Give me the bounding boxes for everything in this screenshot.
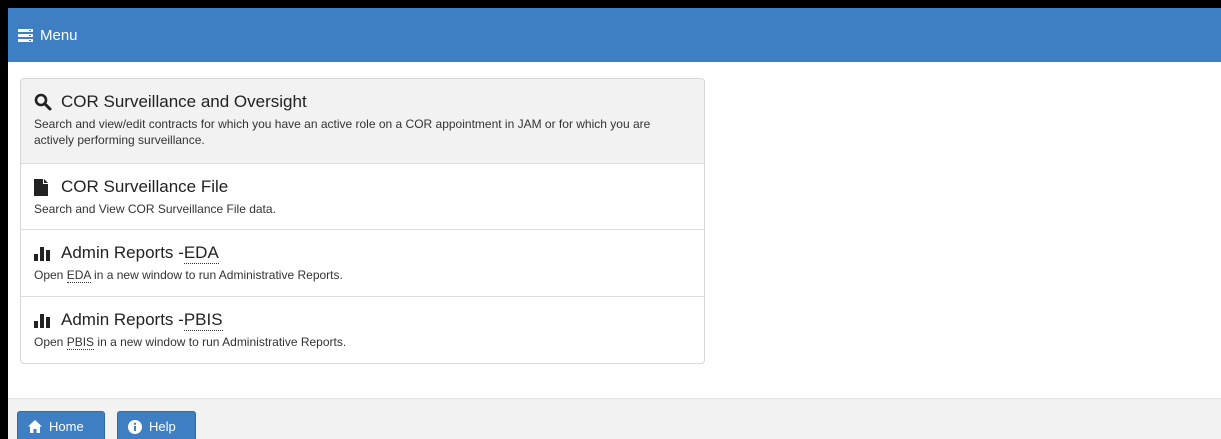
pbis-abbr: PBIS [183, 309, 223, 331]
help-button[interactable]: Help [117, 411, 196, 439]
menu-item-title: COR Surveillance File [61, 177, 229, 196]
home-button-label: Home [49, 419, 84, 434]
menu-list: COR Surveillance and Oversight Search an… [20, 78, 705, 364]
home-icon [28, 420, 42, 433]
eda-abbr: EDA [66, 268, 91, 283]
menu-item-title: COR Surveillance and Oversight [61, 92, 307, 111]
home-button[interactable]: Home [17, 411, 105, 439]
search-icon [34, 93, 56, 111]
bar-chart-icon [34, 245, 56, 261]
menu-item-admin-reports-pbis[interactable]: Admin Reports - PBIS Open PBIS in a new … [21, 297, 704, 363]
file-icon [34, 178, 56, 196]
menu-item-title-prefix: Admin Reports - [61, 243, 184, 262]
pbis-abbr: PBIS [66, 335, 95, 350]
menu-item-title-prefix: Admin Reports - [61, 310, 184, 329]
menu-item-admin-reports-eda[interactable]: Admin Reports - EDA Open EDA in a new wi… [21, 230, 704, 297]
menu-item-description: Open EDA in a new window to run Administ… [34, 268, 343, 283]
menu-title: Menu [40, 26, 78, 44]
menu-item-cor-surveillance-file[interactable]: COR Surveillance File Search and View CO… [21, 164, 704, 230]
eda-abbr: EDA [183, 242, 219, 264]
footer-bar: Home Help [8, 398, 1221, 439]
help-button-label: Help [149, 419, 176, 434]
menu-item-cor-surveillance-oversight[interactable]: COR Surveillance and Oversight Search an… [21, 79, 704, 164]
menu-header: Menu [8, 8, 1221, 62]
menu-item-description: Open PBIS in a new window to run Adminis… [34, 335, 347, 350]
info-circle-icon [128, 419, 142, 434]
bar-chart-icon [34, 312, 56, 328]
app-frame: Menu COR Surveillance and Oversight Sear… [8, 8, 1221, 439]
menu-item-description: Search and View COR Surveillance File da… [34, 202, 276, 216]
menu-list-icon [18, 28, 33, 42]
menu-item-description: Search and view/edit contracts for which… [34, 117, 651, 147]
